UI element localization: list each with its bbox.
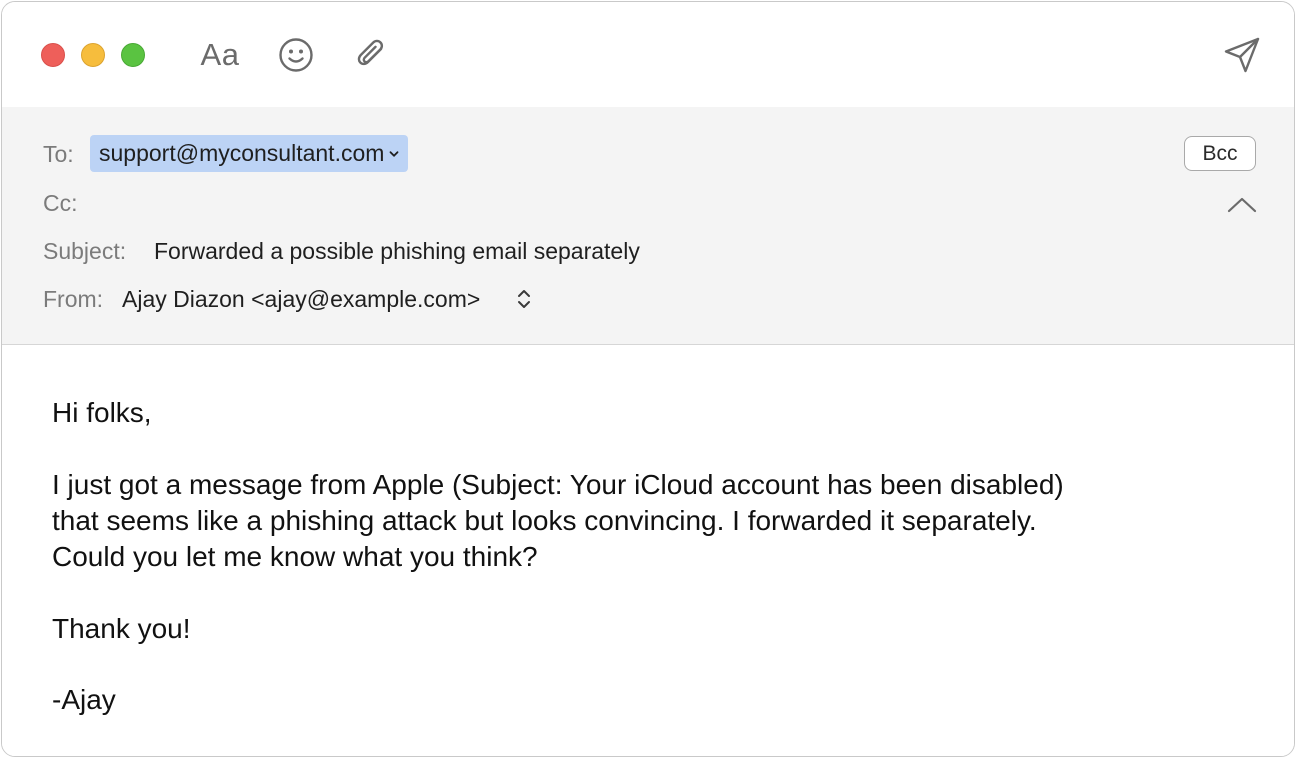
bcc-button[interactable]: Bcc [1184, 136, 1256, 171]
minimize-button[interactable] [81, 43, 105, 67]
subject-label: Subject: [43, 238, 127, 264]
attach-button[interactable] [350, 30, 394, 80]
body-signature: -Ajay [52, 684, 116, 715]
to-label: To: [43, 141, 74, 167]
zoom-button[interactable] [121, 43, 145, 67]
format-font-button[interactable]: Aa [194, 30, 246, 80]
message-body-editor[interactable]: Hi folks, I just got a message from Appl… [2, 345, 1294, 756]
body-greeting: Hi folks, [52, 397, 152, 428]
collapse-header-chevron-up-icon[interactable] [1226, 195, 1258, 215]
paperclip-icon [357, 39, 384, 66]
toolbar: Aa [2, 2, 1294, 108]
to-recipient-address: support@myconsultant.com [99, 140, 385, 166]
chevron-down-icon [390, 150, 399, 157]
compose-window: Aa To: support@myconsultant.com Bcc Cc: … [1, 1, 1295, 757]
send-paper-plane-icon [1224, 37, 1260, 73]
emoji-button[interactable] [274, 30, 318, 80]
bcc-label: Bcc [1202, 141, 1238, 165]
body-line: I just got a message from Apple (Subject… [52, 469, 1064, 500]
send-button[interactable] [1218, 30, 1266, 80]
body-line: Could you let me know what you think? [52, 541, 538, 572]
from-selector[interactable]: Ajay Diazon <ajay@example.com> [122, 285, 480, 313]
message-header: To: support@myconsultant.com Bcc Cc: Sub… [2, 107, 1294, 345]
close-button[interactable] [41, 43, 65, 67]
body-closing: Thank you! [52, 613, 191, 644]
from-label: From: [43, 286, 104, 312]
cc-label: Cc: [43, 190, 78, 216]
updown-chevron-icon[interactable] [515, 287, 533, 311]
subject-field[interactable]: Forwarded a possible phishing email sepa… [154, 237, 640, 265]
to-recipient-token[interactable]: support@myconsultant.com [90, 135, 409, 172]
body-line: that seems like a phishing attack but lo… [52, 505, 1037, 536]
smiley-icon [279, 38, 313, 72]
format-font-label: Aa [200, 37, 240, 72]
